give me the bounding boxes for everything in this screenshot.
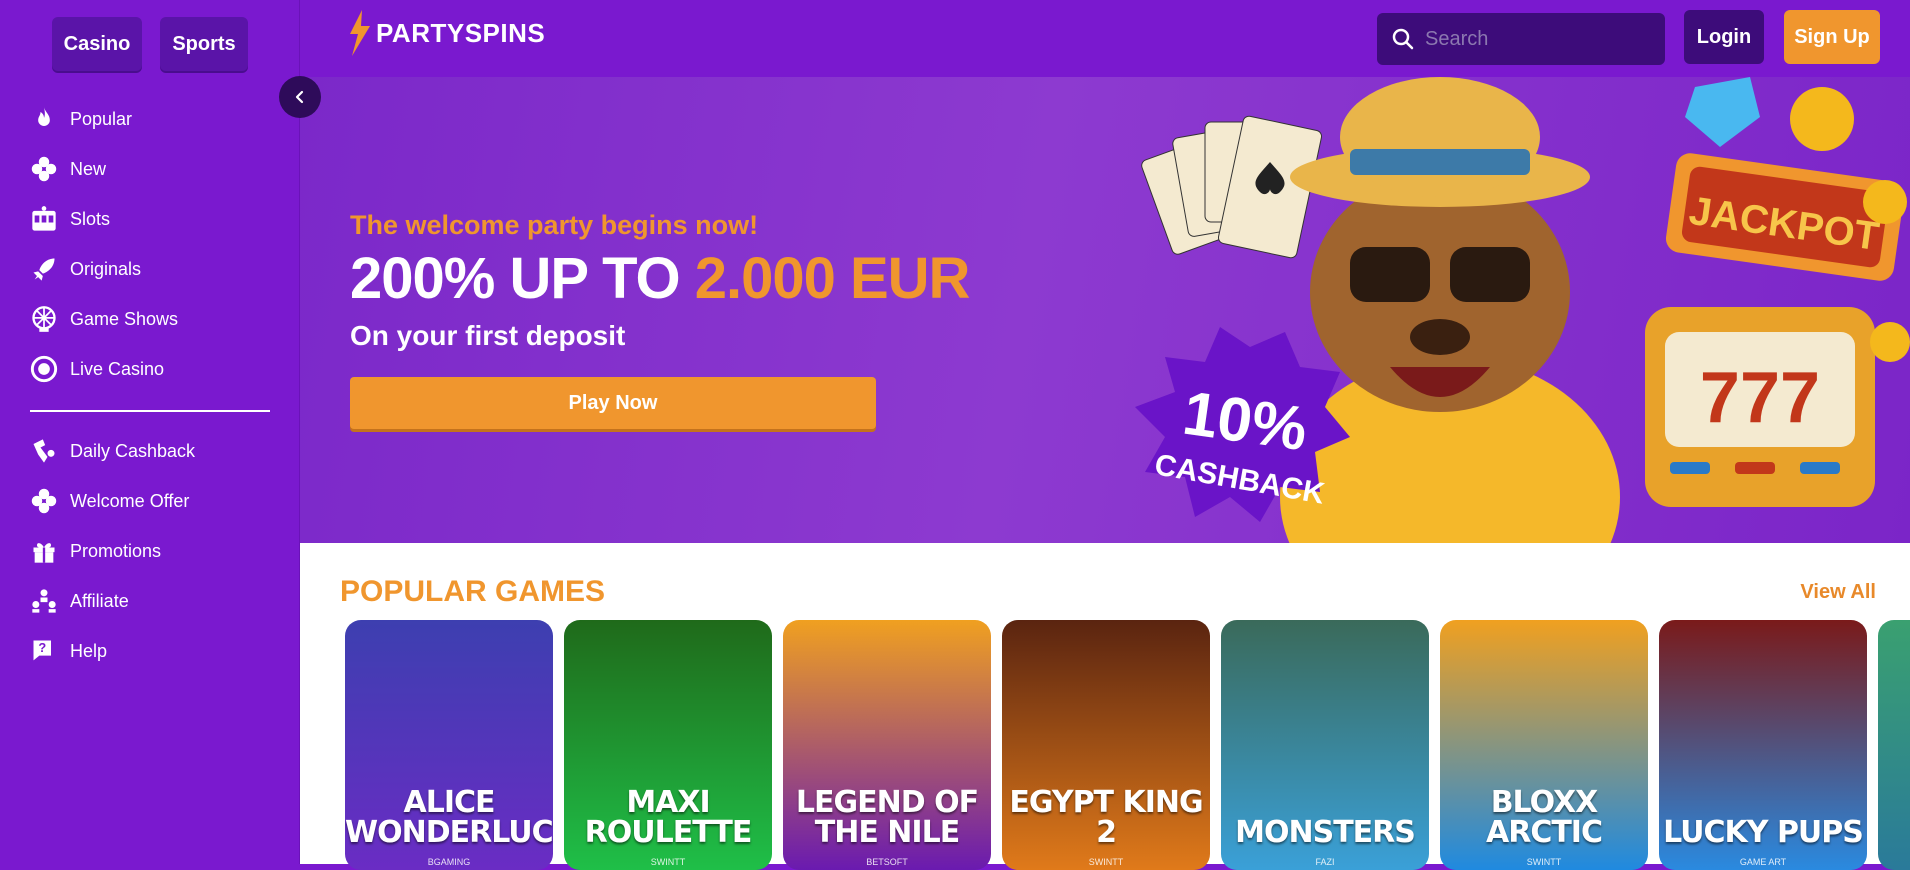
main-nav: Popular New Slots Originals Game Shows L… [0, 94, 300, 394]
game-title: ALICE WONDERLUCK [345, 785, 553, 850]
sidebar-item-label: Affiliate [70, 590, 129, 611]
signup-button[interactable]: Sign Up [1784, 10, 1880, 64]
game-provider: BGAMING [427, 857, 471, 867]
game-title: EGYPT KING 2 [1009, 785, 1203, 850]
game-provider: SWINTT [1088, 857, 1124, 867]
header: PARTYSPINS Login Sign Up [300, 0, 1910, 77]
sidebar: Casino Sports Popular New Slots Original… [0, 0, 300, 864]
hero-banner: The welcome party begins now! 200% UP TO… [300, 77, 1910, 543]
sidebar-item-label: Live Casino [70, 358, 165, 379]
sidebar-item-label: Welcome Offer [70, 490, 190, 511]
clover-icon [31, 488, 57, 514]
sidebar-item-live-casino[interactable]: Live Casino [0, 344, 300, 394]
hero-first-deposit: On your first deposit [350, 320, 626, 351]
game-provider: FAZI [1315, 857, 1335, 867]
sports-tab[interactable]: Sports [160, 17, 248, 71]
game-card-maxi-roulette[interactable]: MAXI ROULETTE SWINTT [564, 620, 772, 870]
sidebar-item-label: Daily Cashback [70, 440, 196, 461]
sidebar-item-popular[interactable]: Popular [0, 94, 300, 144]
cashback-icon [33, 439, 55, 463]
svg-text:777: 777 [1700, 358, 1820, 438]
game-title: MAXI ROULETTE [584, 785, 753, 850]
flame-icon [38, 107, 50, 126]
sidebar-item-label: New [70, 158, 107, 179]
game-title: MONSTERS [1235, 815, 1416, 850]
logo-text: PARTYSPINS [376, 17, 546, 48]
sidebar-item-game-shows[interactable]: Game Shows [0, 294, 300, 344]
game-provider: BETSOFT [866, 857, 908, 867]
gift-icon [33, 543, 55, 563]
sidebar-item-help[interactable]: ? Help [0, 626, 300, 676]
game-card-bloxx-arctic[interactable]: BLOXX ARCTIC SWINTT [1440, 620, 1648, 870]
search-box[interactable] [1377, 13, 1665, 65]
hero-title-prefix: 200% UP TO [350, 246, 695, 311]
popular-games-section: POPULAR GAMES View All ALICE WONDERLUCK B… [300, 543, 1910, 870]
collapse-sidebar-button[interactable] [279, 76, 321, 118]
partyspins-logo[interactable]: PARTYSPINS [346, 10, 545, 56]
game-card-egypt-king-2[interactable]: EGYPT KING 2 SWINTT [1002, 620, 1210, 870]
cashback-badge: 10% CASHBACK [1135, 327, 1350, 522]
svg-text:?: ? [38, 640, 46, 655]
game-card-legend-of-the-nile[interactable]: LEGEND OF THE NILE BETSOFT [783, 620, 991, 870]
search-input[interactable] [1425, 27, 1645, 51]
sidebar-item-daily-cashback[interactable]: Daily Cashback [0, 426, 300, 476]
sidebar-divider [30, 410, 270, 412]
gem-icon [1685, 77, 1760, 147]
login-button[interactable]: Login [1684, 10, 1764, 64]
game-card-alice-wonderluck[interactable]: ALICE WONDERLUCK BGAMING [345, 620, 553, 870]
search-icon [1392, 28, 1414, 50]
sidebar-item-label: Help [70, 640, 108, 661]
sidebar-item-originals[interactable]: Originals [0, 244, 300, 294]
view-all-link[interactable]: View All [1800, 581, 1876, 604]
hero-illustration: 10% CASHBACK JACKPOT 777 [1135, 77, 1910, 543]
rocket-icon [33, 258, 55, 281]
game-provider: SWINTT [650, 857, 686, 867]
game-title: BLOXX ARCTIC [1486, 785, 1603, 850]
sidebar-item-label: Originals [70, 258, 142, 279]
game-card-monsters[interactable]: MONSTERS FAZI [1221, 620, 1429, 870]
hero-title: 200% UP TO 2.000 EUR [350, 245, 971, 312]
coin-icon [1790, 87, 1854, 151]
sidebar-item-label: Slots [70, 208, 111, 229]
chip-icon [30, 355, 58, 383]
games-row: ALICE WONDERLUCK BGAMING MAXI ROULETTE SWI… [345, 620, 1910, 870]
sidebar-item-welcome-offer[interactable]: Welcome Offer [0, 476, 300, 526]
game-provider: GAME ART [1739, 857, 1787, 867]
wheel-icon [32, 306, 56, 332]
affiliate-icon [32, 589, 56, 613]
sidebar-item-label: Popular [70, 108, 133, 129]
casino-tab[interactable]: Casino [52, 17, 142, 71]
promo-nav: Daily Cashback Welcome Offer Promotions … [0, 426, 300, 676]
chevron-left-icon [295, 90, 304, 104]
game-card-partial[interactable] [1878, 620, 1910, 870]
popular-games-heading: POPULAR GAMES [340, 575, 606, 608]
sidebar-item-new[interactable]: New [0, 144, 300, 194]
lightning-logo-icon [350, 10, 370, 56]
hero-subtitle: The welcome party begins now! [350, 210, 759, 240]
clover-icon [31, 156, 57, 182]
play-now-button[interactable]: Play Now [350, 377, 876, 429]
game-title: LEGEND OF THE NILE [795, 785, 979, 850]
sidebar-item-promotions[interactable]: Promotions [0, 526, 300, 576]
sidebar-item-slots[interactable]: Slots [0, 194, 300, 244]
hero-title-amount: 2.000 EUR [694, 246, 971, 311]
game-provider: SWINTT [1526, 857, 1562, 867]
coin-icon [1863, 180, 1907, 224]
game-card-lucky-pups[interactable]: LUCKY PUPS GAME ART [1659, 620, 1867, 870]
sidebar-item-label: Game Shows [70, 308, 179, 329]
sidebar-item-label: Promotions [70, 540, 162, 561]
help-icon: ? [33, 640, 51, 661]
coin-icon [1870, 322, 1910, 362]
game-title: LUCKY PUPS [1663, 815, 1864, 850]
slot-machine-icon [32, 206, 56, 231]
playing-cards-icon [1141, 115, 1323, 259]
sidebar-item-affiliate[interactable]: Affiliate [0, 576, 300, 626]
